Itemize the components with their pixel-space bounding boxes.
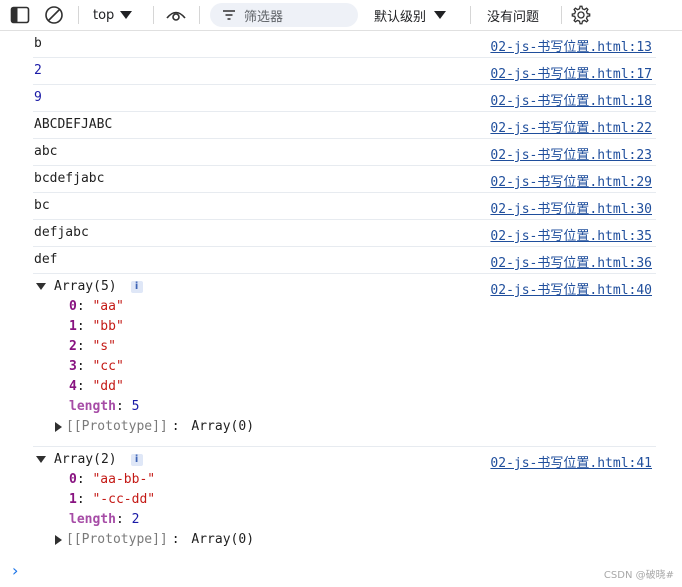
item-value: "-cc-dd": [92, 492, 156, 507]
prototype-value: Array(0): [191, 532, 255, 547]
item-key: 4: [69, 379, 77, 394]
array-label: Array(2): [54, 452, 117, 467]
console-row: 9 02-js-书写位置.html:18: [33, 85, 656, 112]
collapse-triangle-icon: [55, 421, 62, 432]
watermark: CSDN @破晓#: [603, 570, 674, 581]
log-levels-dropdown[interactable]: 默认级别: [374, 6, 447, 25]
array-length: length: 5: [69, 399, 140, 414]
toolbar-divider: [78, 6, 79, 24]
console-array-entry: Array(2) i 02-js-书写位置.html:41 0: "aa-bb-…: [33, 447, 656, 559]
array-item: 2: "s": [69, 339, 116, 354]
array-item: 1: "bb": [69, 319, 124, 334]
settings-gear-icon[interactable]: [570, 5, 592, 25]
log-levels-label: 默认级别: [374, 9, 427, 25]
info-icon[interactable]: i: [130, 453, 143, 466]
console-array-entry: Array(5) i 02-js-书写位置.html:40 0: "aa" 1:…: [33, 274, 656, 447]
item-value: "cc": [92, 359, 124, 374]
toolbar-divider: [470, 6, 471, 24]
source-link[interactable]: 02-js-书写位置.html:40: [490, 279, 652, 298]
console-row: ABCDEFJABC 02-js-书写位置.html:22: [33, 112, 656, 139]
item-value: "s": [92, 339, 116, 354]
source-link[interactable]: 02-js-书写位置.html:41: [490, 452, 652, 471]
console-row: def 02-js-书写位置.html:36: [33, 247, 656, 274]
clear-console-icon[interactable]: [43, 5, 65, 25]
log-message: defjabc: [34, 225, 89, 240]
array-expander[interactable]: Array(5) i: [36, 279, 143, 294]
array-item: 1: "-cc-dd": [69, 492, 156, 507]
source-link[interactable]: 02-js-书写位置.html:29: [490, 171, 652, 190]
source-link[interactable]: 02-js-书写位置.html:13: [490, 36, 652, 55]
source-link[interactable]: 02-js-书写位置.html:23: [490, 144, 652, 163]
console-prompt-chevron-icon[interactable]: ›: [12, 561, 18, 580]
log-message: 2: [34, 63, 42, 78]
context-label: top: [93, 7, 115, 23]
console-row: abc 02-js-书写位置.html:23: [33, 139, 656, 166]
length-value: 2: [131, 512, 140, 527]
array-label: Array(5): [54, 279, 117, 294]
item-value: "aa": [92, 299, 124, 314]
source-link[interactable]: 02-js-书写位置.html:18: [490, 90, 652, 109]
log-message: 9: [34, 90, 42, 105]
log-message: abc: [34, 144, 58, 159]
toolbar-divider: [199, 6, 200, 24]
filter-icon: [222, 9, 236, 21]
sidebar-toggle-icon[interactable]: [9, 5, 31, 25]
expand-triangle-icon: [36, 283, 46, 290]
info-icon[interactable]: i: [130, 280, 143, 293]
console-row: defjabc 02-js-书写位置.html:35: [33, 220, 656, 247]
issues-button[interactable]: 没有问题: [487, 6, 540, 25]
log-message: ABCDEFJABC: [34, 117, 113, 132]
collapse-triangle-icon: [55, 534, 62, 545]
item-key: 0: [69, 472, 77, 487]
source-link[interactable]: 02-js-书写位置.html:35: [490, 225, 652, 244]
console-toolbar: top 筛选器 默认级别 没有问题: [0, 0, 682, 31]
item-key: 3: [69, 359, 77, 374]
issues-label: 没有问题: [487, 9, 540, 25]
array-item: 0: "aa": [69, 299, 124, 314]
chevron-down-icon: [434, 11, 447, 19]
item-value: "aa-bb-": [92, 472, 156, 487]
filter-placeholder: 筛选器: [244, 9, 284, 25]
console-row: b 02-js-书写位置.html:13: [33, 31, 656, 58]
chevron-down-icon: [120, 11, 133, 19]
item-value: "bb": [92, 319, 124, 334]
length-value: 5: [131, 399, 140, 414]
item-key: 2: [69, 339, 77, 354]
prototype-expander[interactable]: [[Prototype]]: Array(0): [55, 419, 254, 434]
source-link[interactable]: 02-js-书写位置.html:36: [490, 252, 652, 271]
prototype-expander[interactable]: [[Prototype]]: Array(0): [55, 532, 254, 547]
prototype-key: [[Prototype]]: [66, 419, 168, 434]
source-link[interactable]: 02-js-书写位置.html:30: [490, 198, 652, 217]
expand-triangle-icon: [36, 456, 46, 463]
array-item: 0: "aa-bb-": [69, 472, 156, 487]
toolbar-divider: [561, 6, 562, 24]
array-item: 4: "dd": [69, 379, 124, 394]
toolbar-divider: [153, 6, 154, 24]
array-item: 3: "cc": [69, 359, 124, 374]
log-message: bc: [34, 198, 50, 213]
live-expression-eye-icon[interactable]: [165, 5, 187, 25]
log-message: def: [34, 252, 58, 267]
item-key: 1: [69, 492, 77, 507]
log-message: bcdefjabc: [34, 171, 105, 186]
item-key: 0: [69, 299, 77, 314]
array-expander[interactable]: Array(2) i: [36, 452, 143, 467]
prototype-value: Array(0): [191, 419, 255, 434]
item-key: 1: [69, 319, 77, 334]
console-row: bc 02-js-书写位置.html:30: [33, 193, 656, 220]
array-length: length: 2: [69, 512, 140, 527]
source-link[interactable]: 02-js-书写位置.html:22: [490, 117, 652, 136]
log-message: b: [34, 36, 42, 51]
context-selector[interactable]: top: [93, 6, 133, 24]
prototype-key: [[Prototype]]: [66, 532, 168, 547]
filter-input[interactable]: 筛选器: [210, 3, 358, 27]
console-row: 2 02-js-书写位置.html:17: [33, 58, 656, 85]
item-value: "dd": [92, 379, 124, 394]
length-key: length: [69, 512, 116, 527]
length-key: length: [69, 399, 116, 414]
console-row: bcdefjabc 02-js-书写位置.html:29: [33, 166, 656, 193]
source-link[interactable]: 02-js-书写位置.html:17: [490, 63, 652, 82]
